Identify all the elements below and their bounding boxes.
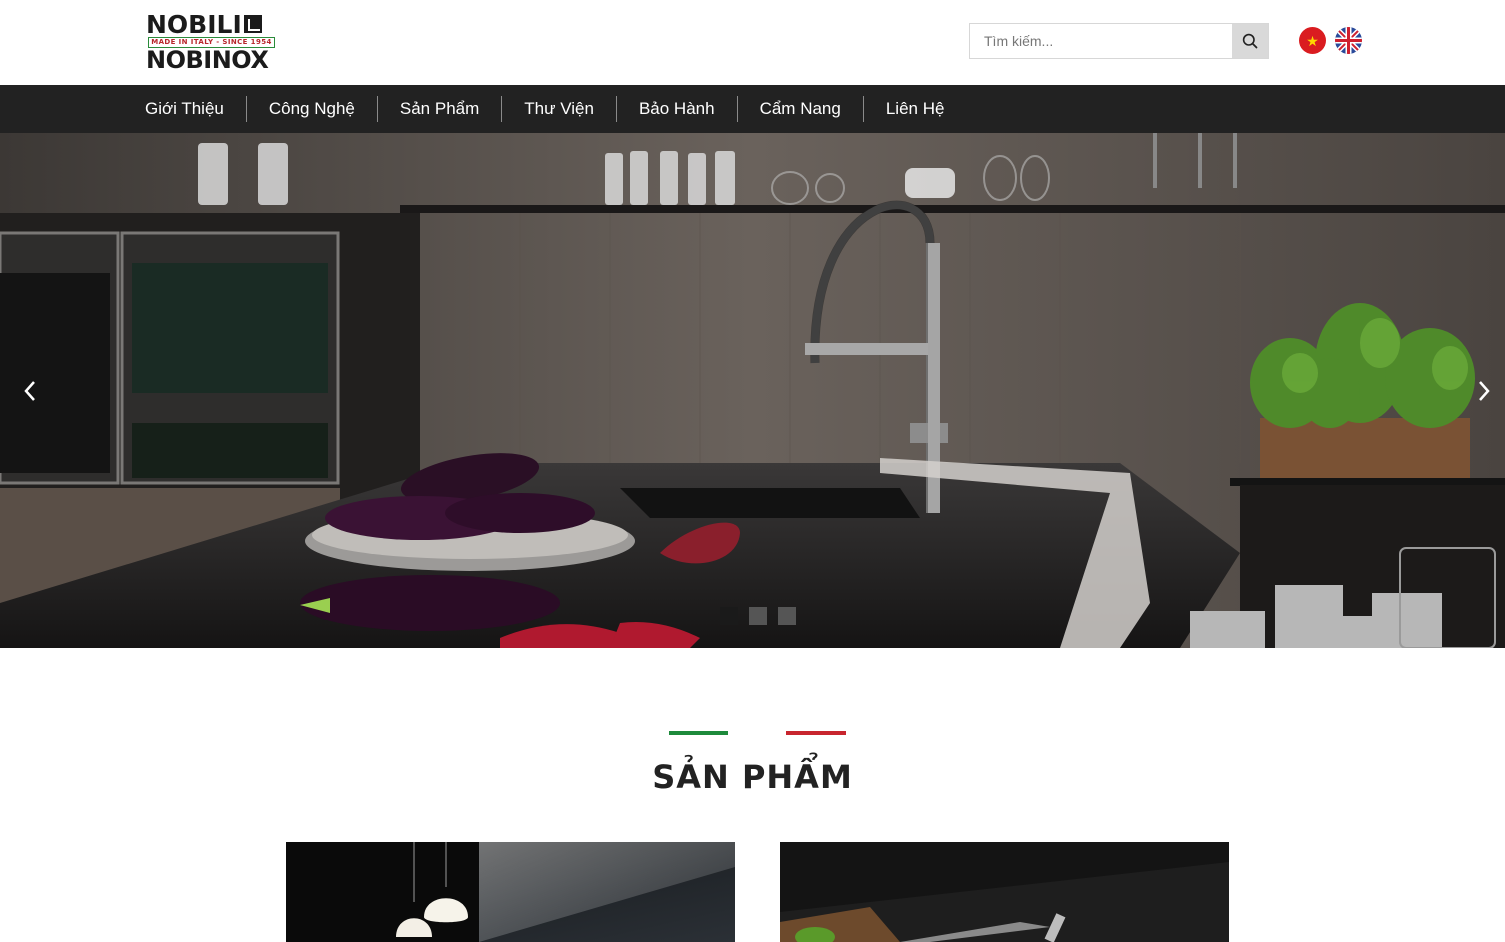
slider-prev-button[interactable] bbox=[18, 376, 42, 406]
nav-item-bao-hanh[interactable]: Bảo Hành bbox=[617, 99, 737, 119]
main-nav: Giới Thiệu Công Nghệ Sản Phẩm Thư Viện B… bbox=[0, 85, 1505, 133]
product-card[interactable] bbox=[286, 842, 735, 942]
slider-next-button[interactable] bbox=[1472, 376, 1496, 406]
search-button[interactable] bbox=[1232, 24, 1268, 58]
uk-flag-icon[interactable] bbox=[1335, 27, 1362, 54]
nav-item-cong-nghe[interactable]: Công Nghệ bbox=[247, 99, 377, 119]
nav-item-cam-nang[interactable]: Cẩm Nang bbox=[738, 99, 863, 119]
chevron-left-icon bbox=[24, 381, 35, 401]
site-header: NOBILI MADE IN ITALY - SINCE 1954 NOBINO… bbox=[0, 0, 1505, 85]
hero-slider[interactable] bbox=[0, 133, 1505, 648]
italy-red-accent bbox=[786, 731, 846, 735]
pendant-lamp-image bbox=[286, 842, 735, 942]
nav-item-thu-vien[interactable]: Thư Viện bbox=[502, 99, 616, 119]
slider-pagination bbox=[720, 607, 796, 625]
italy-green-accent bbox=[669, 731, 728, 735]
vietnam-flag-icon[interactable]: ★ bbox=[1299, 27, 1326, 54]
search-icon bbox=[1242, 33, 1258, 49]
search-box bbox=[969, 23, 1269, 59]
logo-wordmark-top: NOBILI bbox=[146, 12, 262, 37]
section-title: SẢN PHẨM bbox=[652, 758, 853, 796]
kitchen-hero-image bbox=[0, 133, 1505, 648]
brand-logo[interactable]: NOBILI MADE IN ITALY - SINCE 1954 NOBINO… bbox=[146, 12, 278, 72]
slider-dot[interactable] bbox=[778, 607, 796, 625]
chevron-right-icon bbox=[1479, 381, 1490, 401]
nav-item-gioi-thieu[interactable]: Giới Thiệu bbox=[123, 99, 246, 119]
nav-item-san-pham[interactable]: Sản Phẩm bbox=[378, 99, 501, 119]
slider-dot[interactable] bbox=[720, 607, 738, 625]
logo-wordmark-bottom: NOBINOX bbox=[146, 46, 269, 74]
search-input[interactable] bbox=[970, 24, 1232, 58]
nav-item-lien-he[interactable]: Liên Hệ bbox=[864, 99, 967, 119]
product-card[interactable] bbox=[780, 842, 1229, 942]
kitchen-sink-image bbox=[780, 842, 1229, 942]
slider-dot[interactable] bbox=[749, 607, 767, 625]
